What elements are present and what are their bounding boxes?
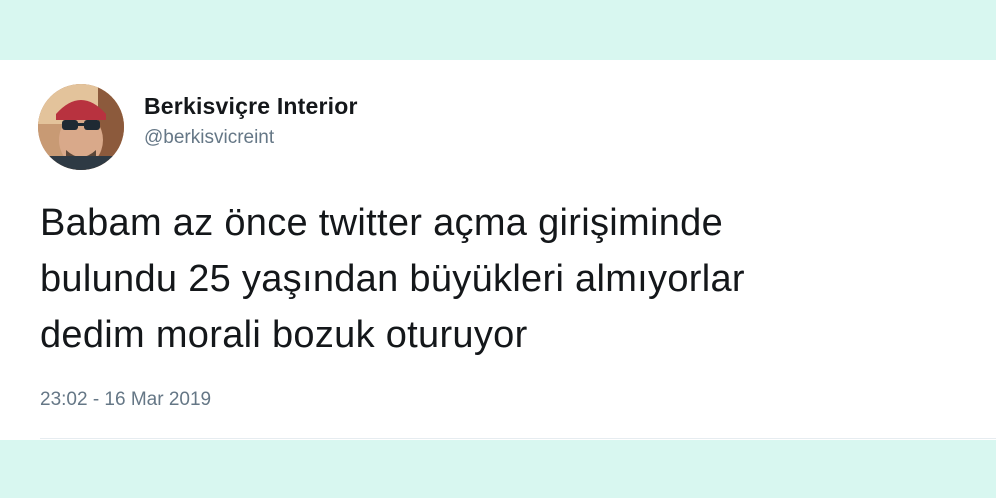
divider — [40, 438, 996, 439]
tweet-timestamp[interactable]: 23:02 - 16 Mar 2019 — [40, 388, 211, 412]
tweet-card: Berkisviçre Interior @berkisvicreint Bab… — [0, 60, 996, 440]
tweet-author: Berkisviçre Interior @berkisvicreint — [144, 92, 358, 150]
author-handle[interactable]: @berkisvicreint — [144, 126, 358, 150]
avatar[interactable] — [38, 84, 124, 170]
user-avatar-icon — [38, 84, 124, 170]
tweet-text: Babam az önce twitter açma girişiminde b… — [40, 202, 745, 356]
author-display-name[interactable]: Berkisviçre Interior — [144, 92, 358, 120]
